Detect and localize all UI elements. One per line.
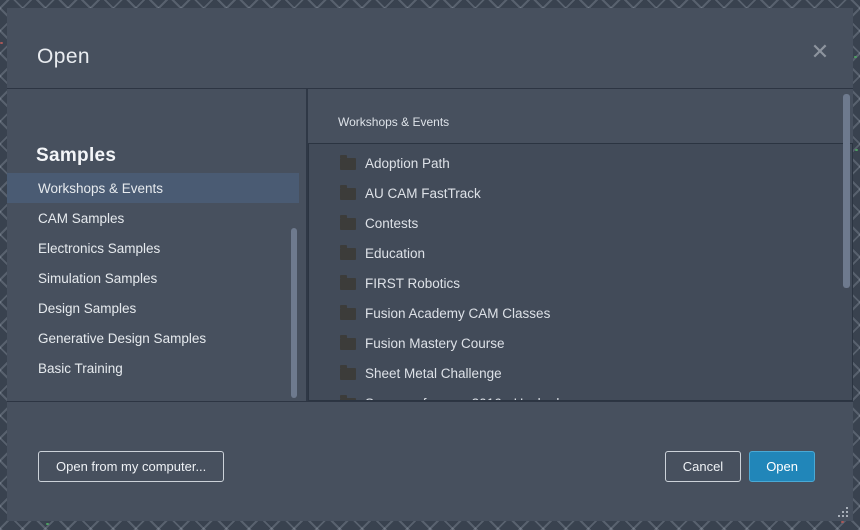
background-speck: [854, 56, 857, 58]
background-speck: [0, 42, 3, 44]
resize-grip-icon[interactable]: [838, 507, 849, 518]
folder-icon: [340, 214, 356, 230]
folder-list-item[interactable]: Education: [309, 238, 852, 268]
sidebar-item[interactable]: Design Samples: [7, 293, 299, 323]
folder-list-item[interactable]: FIRST Robotics: [309, 268, 852, 298]
open-dialog: Open ✕ Samples Workshops & Events CAM Sa…: [7, 8, 853, 521]
sidebar-scrollbar-thumb[interactable]: [291, 228, 297, 398]
folder-item-label: AU CAM FastTrack: [365, 185, 481, 201]
folder-list-item[interactable]: AU CAM FastTrack: [309, 178, 852, 208]
folder-panel-header: Workshops & Events: [338, 115, 450, 129]
samples-sidebar: Samples Workshops & Events CAM Samples E…: [7, 89, 306, 401]
sidebar-item[interactable]: Simulation Samples: [7, 263, 299, 293]
cancel-button[interactable]: Cancel: [664, 451, 742, 482]
folder-list-item[interactable]: Superconference 2016 - Hackaday: [309, 388, 852, 400]
folder-icon: [340, 304, 356, 320]
sidebar-item-label: Workshops & Events: [38, 180, 164, 196]
background-speck: [46, 523, 49, 525]
sidebar-item-label: Electronics Samples: [38, 240, 161, 256]
folder-icon: [340, 334, 356, 350]
folder-list-scrollbar-thumb[interactable]: [843, 94, 850, 288]
sidebar-item-label: Simulation Samples: [38, 270, 158, 286]
folder-list-item[interactable]: Sheet Metal Challenge: [309, 358, 852, 388]
sidebar-item-list: Workshops & Events CAM Samples Electroni…: [7, 173, 299, 383]
folder-item-label: Sheet Metal Challenge: [365, 365, 502, 381]
folder-icon: [340, 184, 356, 200]
folder-list-item[interactable]: Contests: [309, 208, 852, 238]
close-icon[interactable]: ✕: [804, 36, 836, 68]
sidebar-item-label: Generative Design Samples: [38, 330, 207, 346]
sidebar-item-label: Basic Training: [38, 360, 123, 376]
folder-item-label: Contests: [365, 215, 419, 231]
sidebar-item-label: Design Samples: [38, 300, 137, 316]
open-from-computer-button[interactable]: Open from my computer...: [38, 451, 225, 482]
background-speck: [841, 521, 844, 523]
sidebar-item[interactable]: Generative Design Samples: [7, 323, 299, 353]
sidebar-item[interactable]: Basic Training: [7, 353, 299, 383]
dialog-header: Open ✕: [7, 8, 853, 89]
sidebar-title: Samples: [36, 145, 117, 166]
folder-icon: [340, 274, 356, 290]
app-background: { "dialog": { "title": "Open" }, "icons"…: [0, 0, 860, 530]
folder-icon: [340, 154, 356, 170]
folder-item-label: Fusion Mastery Course: [365, 335, 505, 351]
dialog-footer: Open from my computer... Cancel Open: [7, 401, 853, 521]
sidebar-item[interactable]: Workshops & Events: [7, 173, 299, 203]
folder-icon: [340, 244, 356, 260]
sidebar-item[interactable]: CAM Samples: [7, 203, 299, 233]
folder-list-item[interactable]: Fusion Academy CAM Classes: [309, 298, 852, 328]
folder-list-item[interactable]: Fusion Mastery Course: [309, 328, 852, 358]
open-button[interactable]: Open: [749, 451, 815, 482]
sidebar-item-label: CAM Samples: [38, 210, 125, 226]
folder-list-item[interactable]: Adoption Path: [309, 148, 852, 178]
background-speck: [855, 149, 858, 151]
footer-button-row: Open from my computer... Cancel Open: [38, 451, 815, 482]
folder-item-label: Fusion Academy CAM Classes: [365, 305, 551, 321]
folder-icon: [340, 364, 356, 380]
folder-item-label: Education: [365, 245, 426, 261]
resize-grip-dots: [838, 507, 840, 509]
folder-item-label: FIRST Robotics: [365, 275, 461, 291]
dialog-body: Samples Workshops & Events CAM Samples E…: [7, 89, 853, 401]
folder-list: Adoption Path AU CAM FastTrack Contests …: [308, 143, 853, 401]
sidebar-item[interactable]: Electronics Samples: [7, 233, 299, 263]
folder-item-label: Adoption Path: [365, 155, 450, 171]
dialog-title: Open: [37, 45, 90, 68]
